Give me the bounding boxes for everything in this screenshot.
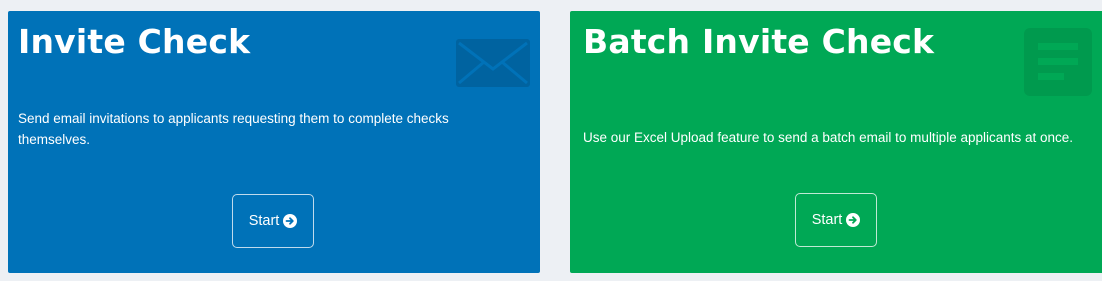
batch-invite-check-card: Batch Invite Check Use our Excel Upload …	[570, 11, 1102, 273]
card-title: Invite Check	[18, 22, 251, 61]
document-list-icon	[1024, 28, 1092, 96]
button-label: Start	[811, 212, 843, 228]
arrow-circle-right-icon	[846, 213, 861, 227]
card-description: Send email invitations to applicants req…	[18, 111, 449, 147]
arrow-circle-right-icon	[283, 214, 298, 228]
batch-invite-check-start-button[interactable]: Start	[795, 193, 877, 247]
button-label: Start	[248, 213, 280, 229]
card-title: Batch Invite Check	[583, 22, 935, 61]
invite-check-card: Invite Check Send email invitations to a…	[8, 11, 540, 273]
card-description: Use our Excel Upload feature to send a b…	[583, 130, 1074, 145]
invite-check-start-button[interactable]: Start	[232, 194, 314, 248]
envelope-icon	[456, 39, 530, 87]
